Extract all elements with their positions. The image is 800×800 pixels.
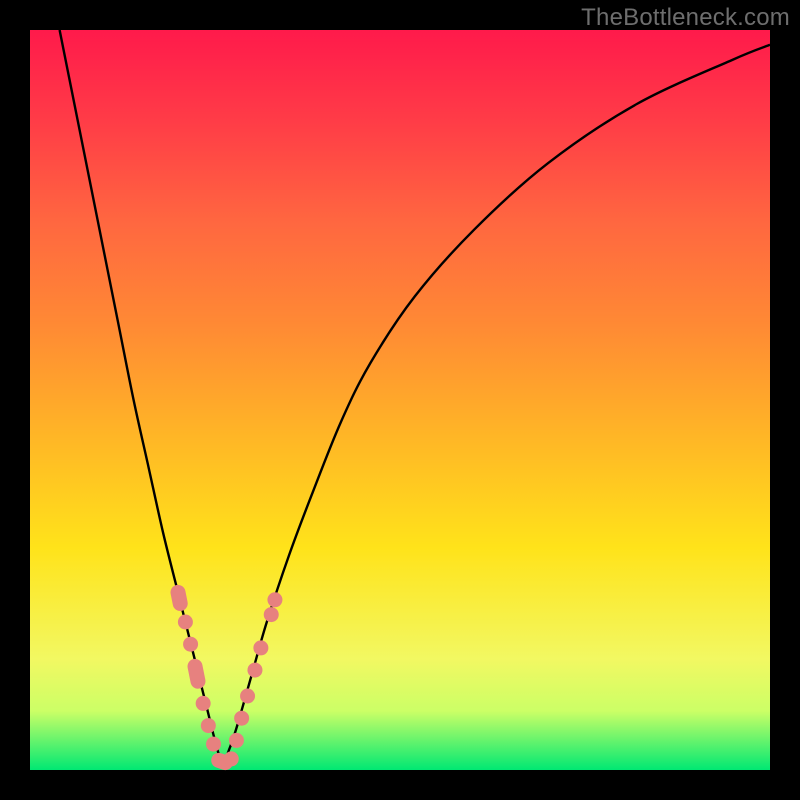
data-markers xyxy=(178,592,283,766)
data-marker xyxy=(247,663,262,678)
data-marker xyxy=(253,640,268,655)
data-marker xyxy=(264,607,279,622)
plot-area xyxy=(30,30,770,770)
data-marker xyxy=(196,696,211,711)
bottleneck-curve xyxy=(60,30,770,763)
data-marker xyxy=(201,718,216,733)
data-marker xyxy=(178,615,193,630)
data-marker xyxy=(267,592,282,607)
data-marker-capsule xyxy=(195,666,198,681)
chart-frame: TheBottleneck.com xyxy=(0,0,800,800)
data-marker xyxy=(183,637,198,652)
curve-svg xyxy=(30,30,770,770)
data-marker xyxy=(240,689,255,704)
data-marker-capsule xyxy=(178,592,180,603)
data-marker xyxy=(229,733,244,748)
watermark-text: TheBottleneck.com xyxy=(581,4,790,32)
data-marker xyxy=(234,711,249,726)
data-marker xyxy=(206,737,221,752)
data-marker xyxy=(224,751,239,766)
